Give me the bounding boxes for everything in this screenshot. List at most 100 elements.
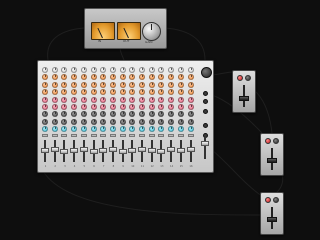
channel-fader[interactable] <box>41 147 49 153</box>
grey-knob[interactable] <box>129 111 136 118</box>
white-knob[interactable] <box>139 67 145 73</box>
grey-knob[interactable] <box>100 111 107 118</box>
orange-knob[interactable] <box>90 81 97 88</box>
pink-knob[interactable] <box>51 96 58 103</box>
white-knob[interactable] <box>80 67 87 73</box>
grey-knob[interactable] <box>148 111 155 118</box>
orange-knob[interactable] <box>61 89 68 96</box>
orange-knob[interactable] <box>51 81 58 88</box>
channel-fader[interactable] <box>79 146 88 152</box>
white-knob[interactable] <box>90 67 97 73</box>
orange-knob[interactable] <box>42 89 48 96</box>
pink-knob[interactable] <box>109 96 116 103</box>
channel-fader[interactable] <box>167 146 176 152</box>
orange-knob[interactable] <box>100 89 107 96</box>
orange-knob[interactable] <box>129 81 136 88</box>
module-fader[interactable] <box>267 217 277 223</box>
pink-knob[interactable] <box>177 96 184 103</box>
orange-knob[interactable] <box>71 89 78 96</box>
pink-knob[interactable] <box>177 104 184 110</box>
cyan-knob[interactable] <box>129 126 136 133</box>
channel-fader[interactable] <box>70 147 79 153</box>
grey-knob[interactable] <box>119 111 126 118</box>
master-select-button[interactable] <box>203 99 208 104</box>
orange-knob[interactable] <box>90 89 97 96</box>
pink-knob[interactable] <box>71 96 78 103</box>
pink-knob[interactable] <box>148 96 155 103</box>
grey-knob[interactable] <box>168 111 175 118</box>
channel-fader[interactable] <box>89 148 98 154</box>
orange-knob[interactable] <box>139 74 145 81</box>
dark-knob[interactable] <box>273 138 279 144</box>
pink-knob[interactable] <box>168 104 175 110</box>
channel-button[interactable] <box>100 134 107 137</box>
channel-button[interactable] <box>90 134 97 137</box>
gain-knob[interactable] <box>142 22 161 41</box>
pink-knob[interactable] <box>90 96 97 103</box>
red-knob[interactable] <box>237 75 243 81</box>
orange-knob[interactable] <box>109 81 116 88</box>
grey-knob[interactable] <box>42 111 48 118</box>
grey-knob[interactable] <box>90 111 97 118</box>
orange-knob[interactable] <box>51 74 58 81</box>
cyan-knob[interactable] <box>119 126 126 133</box>
grey-knob[interactable] <box>129 118 136 125</box>
white-knob[interactable] <box>158 67 165 73</box>
grey-knob[interactable] <box>71 111 78 118</box>
orange-knob[interactable] <box>61 81 68 88</box>
orange-knob[interactable] <box>119 81 126 88</box>
cyan-knob[interactable] <box>139 126 145 133</box>
grey-knob[interactable] <box>61 111 68 118</box>
dark-knob[interactable] <box>245 75 251 81</box>
grey-knob[interactable] <box>42 118 48 125</box>
orange-knob[interactable] <box>187 81 194 88</box>
red-knob[interactable] <box>265 138 271 144</box>
grey-knob[interactable] <box>177 118 184 125</box>
cyan-knob[interactable] <box>71 126 78 133</box>
pink-knob[interactable] <box>158 96 165 103</box>
pink-knob[interactable] <box>119 104 126 110</box>
white-knob[interactable] <box>61 67 68 73</box>
pink-knob[interactable] <box>148 104 155 110</box>
orange-knob[interactable] <box>187 74 194 81</box>
red-knob[interactable] <box>265 197 271 203</box>
grey-knob[interactable] <box>51 118 58 125</box>
master-select-button[interactable] <box>203 91 208 96</box>
orange-knob[interactable] <box>109 89 116 96</box>
channel-button[interactable] <box>109 134 116 137</box>
master-knob[interactable] <box>201 67 212 78</box>
master-select-button[interactable] <box>203 123 208 128</box>
orange-knob[interactable] <box>119 74 126 81</box>
orange-knob[interactable] <box>139 89 145 96</box>
channel-fader[interactable] <box>60 148 69 154</box>
orange-knob[interactable] <box>148 89 155 96</box>
channel-button[interactable] <box>187 134 194 137</box>
grey-knob[interactable] <box>80 118 87 125</box>
cyan-knob[interactable] <box>51 126 58 133</box>
grey-knob[interactable] <box>100 118 107 125</box>
pink-knob[interactable] <box>42 104 48 110</box>
white-knob[interactable] <box>177 67 184 73</box>
grey-knob[interactable] <box>109 111 116 118</box>
grey-knob[interactable] <box>71 118 78 125</box>
master-fader[interactable] <box>201 141 209 146</box>
pink-knob[interactable] <box>129 104 136 110</box>
cyan-knob[interactable] <box>168 126 175 133</box>
channel-button[interactable] <box>168 134 175 137</box>
pink-knob[interactable] <box>187 96 194 103</box>
orange-knob[interactable] <box>139 81 145 88</box>
cyan-knob[interactable] <box>187 126 194 133</box>
pink-knob[interactable] <box>168 96 175 103</box>
orange-knob[interactable] <box>80 89 87 96</box>
pink-knob[interactable] <box>42 96 48 103</box>
pink-knob[interactable] <box>119 96 126 103</box>
orange-knob[interactable] <box>80 81 87 88</box>
orange-knob[interactable] <box>51 89 58 96</box>
grey-knob[interactable] <box>187 111 194 118</box>
pink-knob[interactable] <box>100 96 107 103</box>
pink-knob[interactable] <box>158 104 165 110</box>
white-knob[interactable] <box>119 67 126 73</box>
grey-knob[interactable] <box>51 111 58 118</box>
cyan-knob[interactable] <box>61 126 68 133</box>
pink-knob[interactable] <box>100 104 107 110</box>
